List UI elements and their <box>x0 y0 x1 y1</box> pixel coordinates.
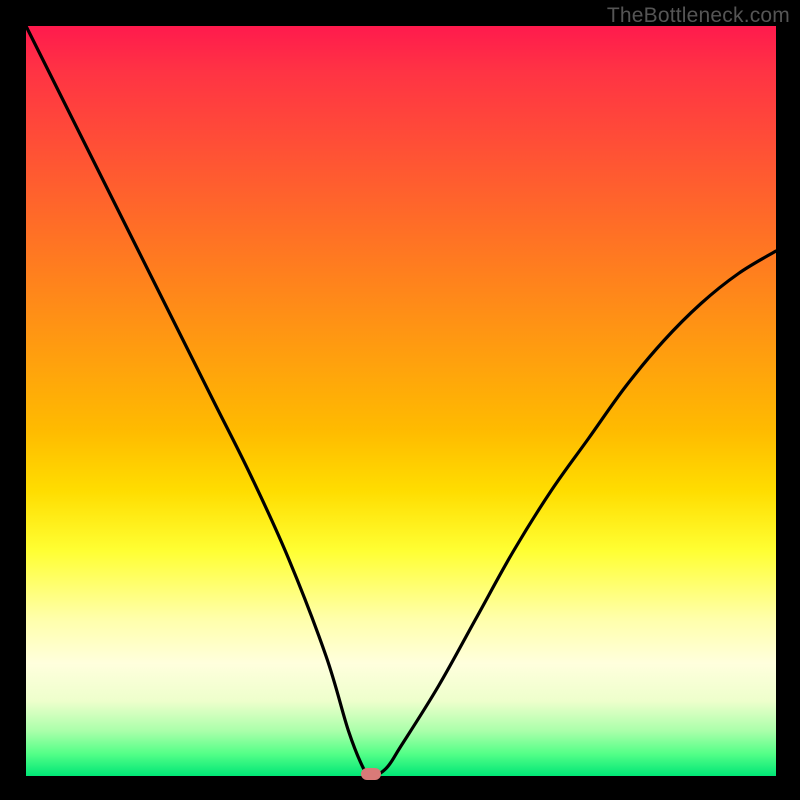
watermark-text: TheBottleneck.com <box>607 4 790 28</box>
chart-container: TheBottleneck.com <box>0 0 800 800</box>
bottleneck-curve-path <box>26 26 776 776</box>
minimum-marker <box>361 768 381 780</box>
curve-svg <box>26 26 776 776</box>
plot-area <box>26 26 776 776</box>
